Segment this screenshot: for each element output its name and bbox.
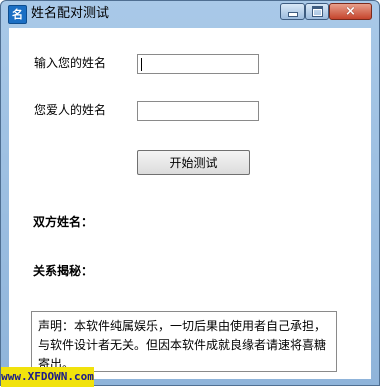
- start-test-label: 开始测试: [169, 156, 218, 170]
- both-names-label: 双方姓名：: [33, 215, 94, 229]
- maximize-button[interactable]: [305, 3, 329, 20]
- client-area: 输入您的姓名 您爱人的姓名 开始测试 双方姓名： 关系揭秘： 声明：本软件纯属娱…: [9, 28, 371, 379]
- disclaimer-text: 声明：本软件纯属娱乐，一切后果由使用者自己承担，与软件设计者无关。但因本软件成就…: [38, 319, 327, 371]
- relation-label: 关系揭秘：: [33, 264, 94, 278]
- maximize-icon: [311, 6, 323, 17]
- window-title: 姓名配对测试: [31, 6, 110, 21]
- app-window: 名 姓名配对测试 × 输入您的姓名 您爱人的姓名 开始测试 双方姓名： 关系揭秘…: [0, 0, 380, 387]
- minimize-icon: [287, 12, 298, 17]
- disclaimer-box: 声明：本软件纯属娱乐，一切后果由使用者自己承担，与软件设计者无关。但因本软件成就…: [31, 311, 337, 372]
- start-test-button[interactable]: 开始测试: [137, 150, 250, 175]
- lover-name-label: 您爱人的姓名: [34, 103, 107, 117]
- close-button[interactable]: ×: [329, 3, 372, 20]
- minimize-button[interactable]: [280, 3, 305, 20]
- your-name-input[interactable]: [137, 54, 259, 74]
- app-icon: 名: [8, 5, 27, 24]
- title-bar[interactable]: 名 姓名配对测试 ×: [1, 1, 379, 28]
- site-watermark: www.XFDOWN.com: [1, 367, 94, 387]
- close-icon: ×: [345, 4, 356, 19]
- lover-name-input[interactable]: [137, 101, 259, 121]
- your-name-label: 输入您的姓名: [34, 56, 107, 70]
- text-caret: [141, 58, 142, 71]
